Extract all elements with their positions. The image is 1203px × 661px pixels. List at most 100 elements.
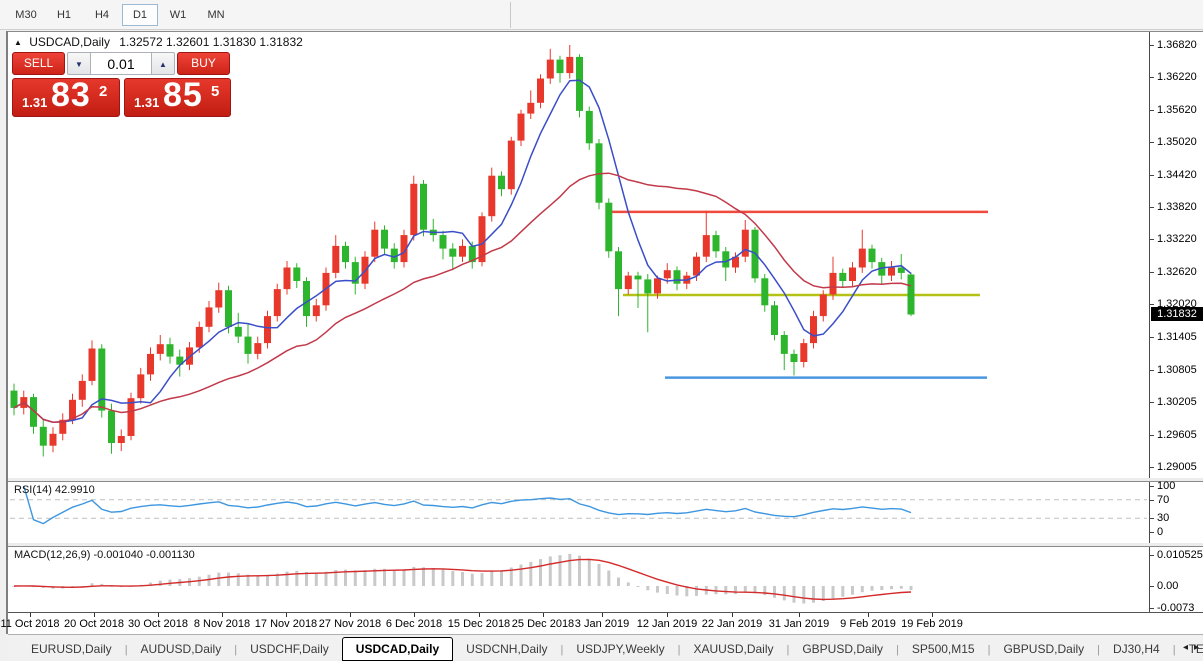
price-tick-dash: [1150, 110, 1154, 111]
rsi-tick-label: 0: [1157, 526, 1163, 538]
symbol-marker-icon[interactable]: ▲: [14, 38, 22, 47]
date-label: 17 Nov 2018: [251, 618, 321, 630]
chart-title: ▲ USDCAD,Daily 1.32572 1.32601 1.31830 1…: [14, 35, 303, 49]
date-tick: [543, 613, 544, 617]
price-tick-dash: [1150, 272, 1154, 273]
macd-tick-dash: [1150, 608, 1154, 609]
date-label: 27 Nov 2018: [315, 618, 385, 630]
price-tick-dash: [1150, 304, 1154, 305]
date-tick: [94, 613, 95, 617]
buy-price-pip: 5: [211, 83, 219, 100]
timeframe-button-h4[interactable]: H4: [84, 4, 120, 26]
rsi-tick-dash: [1150, 518, 1154, 519]
rsi-tick-label: 100: [1157, 480, 1175, 492]
date-tick: [414, 613, 415, 617]
timeframe-button-h1[interactable]: H1: [46, 4, 82, 26]
main-chart-panel: ▲ USDCAD,Daily 1.32572 1.32601 1.31830 1…: [8, 31, 1203, 478]
price-tick-dash: [1150, 45, 1154, 46]
price-tick-label: 1.31405: [1157, 331, 1197, 343]
price-tick-dash: [1150, 337, 1154, 338]
price-tick-label: 1.35620: [1157, 104, 1197, 116]
volume-input[interactable]: 0.01: [91, 52, 151, 75]
chart-tab-dj30[interactable]: DJ30,H4: [1100, 638, 1173, 660]
sell-button[interactable]: SELL: [12, 52, 65, 75]
rsi-tick-label: 30: [1157, 512, 1169, 524]
date-label: 22 Jan 2019: [697, 618, 767, 630]
macd-tick-dash: [1150, 555, 1154, 556]
timeframe-button-m30[interactable]: M30: [8, 4, 44, 26]
triangle-down-icon: ▼: [75, 60, 83, 69]
price-tick-label: 1.30205: [1157, 396, 1197, 408]
price-tick-dash: [1150, 77, 1154, 78]
rsi-levels: [10, 500, 1147, 518]
date-tick: [602, 613, 603, 617]
rsi-tick-dash: [1150, 486, 1154, 487]
date-label: 12 Jan 2019: [632, 618, 702, 630]
rsi-label: RSI(14) 42.9910: [14, 484, 95, 496]
date-tick: [479, 613, 480, 617]
chart-tab-usdcad[interactable]: USDCAD,Daily: [342, 637, 453, 661]
price-tick-label: 1.32620: [1157, 266, 1197, 278]
chart-tab-usdcnh[interactable]: USDCNH,Daily: [453, 638, 560, 660]
trend-lines: [610, 212, 988, 378]
date-tick: [286, 613, 287, 617]
volume-increase-button[interactable]: ▲: [151, 52, 175, 75]
price-tick-dash: [1150, 435, 1154, 436]
date-label: 31 Jan 2019: [764, 618, 834, 630]
date-label: 9 Feb 2019: [833, 618, 903, 630]
price-tick-label: 1.29005: [1157, 461, 1197, 473]
rsi-chart: [8, 482, 1149, 543]
macd-label: MACD(12,26,9) -0.001040 -0.001130: [14, 549, 195, 561]
chart-ohlc-values: 1.32572 1.32601 1.31830 1.31832: [119, 35, 303, 49]
timeframe-button-mn[interactable]: MN: [198, 4, 234, 26]
tab-scroll-left-icon[interactable]: ◂: [1183, 642, 1188, 653]
rsi-tick-dash: [1150, 532, 1154, 533]
chart-tab-usdjpy[interactable]: USDJPY,Weekly: [563, 638, 677, 660]
price-tick-dash: [1150, 207, 1154, 208]
date-tick: [868, 613, 869, 617]
price-tick-label: 1.30805: [1157, 364, 1197, 376]
price-tick-dash: [1150, 239, 1154, 240]
price-tick-label: 1.33220: [1157, 233, 1197, 245]
date-axis[interactable]: 11 Oct 201820 Oct 201830 Oct 20188 Nov 2…: [8, 612, 1203, 634]
buy-button[interactable]: BUY: [177, 52, 230, 75]
timeframe-button-w1[interactable]: W1: [160, 4, 196, 26]
buy-price-button[interactable]: 1.31 85 5: [124, 78, 231, 117]
tab-scroll-right-icon[interactable]: ▸: [1194, 642, 1199, 653]
ma-slow-line: [14, 173, 911, 422]
chart-tab-audusd[interactable]: AUDUSD,Daily: [128, 638, 235, 660]
buy-price-main: 85: [163, 76, 203, 115]
price-tick-dash: [1150, 467, 1154, 468]
date-tick: [932, 613, 933, 617]
sell-price-main: 83: [51, 76, 91, 115]
chart-tab-sp500[interactable]: SP500,M15: [899, 638, 988, 660]
date-tick: [350, 613, 351, 617]
macd-axis: 0.0105250.00-0.0073: [1149, 547, 1203, 612]
volume-decrease-button[interactable]: ▼: [67, 52, 91, 75]
timeframe-toolbar: M30H1H4D1W1MN: [0, 0, 1203, 30]
chart-tab-eurusd[interactable]: EURUSD,Daily: [18, 638, 125, 660]
chart-tab-xauusd[interactable]: XAUUSD,Daily: [680, 638, 786, 660]
chart-tab-usdchf[interactable]: USDCHF,Daily: [237, 638, 342, 660]
chart-tab-bar: EURUSD,Daily|AUDUSD,Daily|USDCHF,DailyUS…: [8, 634, 1203, 660]
rsi-panel: RSI(14) 42.9910 100 70 30 0: [8, 481, 1203, 543]
toolbar-separator: [510, 2, 511, 28]
main-chart-plot[interactable]: ▲ USDCAD,Daily 1.32572 1.32601 1.31830 1…: [8, 32, 1149, 478]
price-tick-label: 1.35020: [1157, 136, 1197, 148]
price-tick-dash: [1150, 175, 1154, 176]
sell-price-button[interactable]: 1.31 83 2: [12, 78, 120, 117]
rsi-tick-dash: [1150, 500, 1154, 501]
chart-tab-gbpusd[interactable]: GBPUSD,Daily: [990, 638, 1097, 660]
rsi-tick-label: 70: [1157, 494, 1169, 506]
date-label: 11 Oct 2018: [0, 618, 65, 630]
macd-panel: MACD(12,26,9) -0.001040 -0.001130 0.0105…: [8, 546, 1203, 612]
chart-symbol-label: USDCAD,Daily: [29, 35, 110, 49]
rsi-axis: 100 70 30 0: [1149, 482, 1203, 543]
date-tick: [667, 613, 668, 617]
chart-tab-gbpusd[interactable]: GBPUSD,Daily: [789, 638, 896, 660]
buy-price-prefix: 1.31: [134, 95, 159, 110]
price-tick-label: 1.36220: [1157, 71, 1197, 83]
timeframe-button-d1[interactable]: D1: [122, 4, 158, 26]
price-axis[interactable]: 1.368201.362201.356201.350201.344201.338…: [1149, 32, 1203, 478]
date-tick: [799, 613, 800, 617]
